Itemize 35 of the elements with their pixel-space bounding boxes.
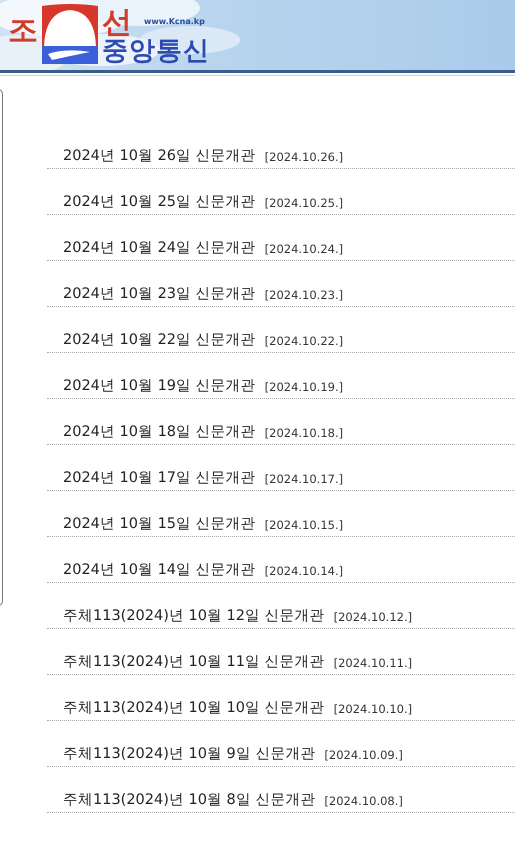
article-date: [2024.10.15.]	[264, 518, 344, 532]
article-link[interactable]: 2024년 10월 26일 신문개관	[63, 146, 256, 165]
article-link[interactable]: 주체113(2024)년 10월 11일 신문개관	[63, 652, 325, 671]
logo-text: 선	[102, 8, 132, 38]
article-link[interactable]: 2024년 10월 14일 신문개관	[63, 560, 256, 579]
article-date: [2024.10.18.]	[264, 426, 344, 440]
article-date: [2024.10.14.]	[264, 564, 344, 578]
article-date: [2024.10.19.]	[264, 380, 344, 394]
article-link[interactable]: 주체113(2024)년 10월 8일 신문개관	[63, 790, 316, 809]
article-link[interactable]: 주체113(2024)년 10월 10일 신문개관	[63, 698, 325, 717]
article-link[interactable]: 주체113(2024)년 10월 12일 신문개관	[63, 606, 325, 625]
website-url: www.Kcna.kp	[144, 16, 205, 26]
logo-text: 조	[8, 16, 38, 46]
article-date: [2024.10.17.]	[264, 472, 344, 486]
article-link[interactable]: 2024년 10월 24일 신문개관	[63, 238, 256, 257]
article-date: [2024.10.26.]	[264, 150, 344, 164]
article-link[interactable]: 주체113(2024)년 10월 9일 신문개관	[63, 744, 316, 763]
article-date: [2024.10.23.]	[264, 288, 344, 302]
logo-text: 중앙통신	[102, 38, 210, 64]
article-link[interactable]: 2024년 10월 17일 신문개관	[63, 468, 256, 487]
sun-sea-logo-icon	[40, 4, 100, 66]
article-date: [2024.10.25.]	[264, 196, 344, 210]
article-link[interactable]: 2024년 10월 22일 신문개관	[63, 330, 256, 349]
article-date: [2024.10.09.]	[324, 748, 403, 762]
article-date: [2024.10.24.]	[264, 242, 344, 256]
article-date: [2024.10.12.]	[334, 610, 412, 624]
article-date: [2024.10.11.]	[334, 656, 412, 670]
article-link[interactable]: 2024년 10월 19일 신문개관	[63, 376, 256, 395]
article-date: [2024.10.08.]	[324, 794, 403, 808]
article-link[interactable]: 2024년 10월 15일 신문개관	[63, 514, 256, 533]
article-link[interactable]: 2024년 10월 18일 신문개관	[63, 422, 256, 441]
article-link[interactable]: 2024년 10월 23일 신문개관	[63, 284, 256, 303]
article-link[interactable]: 2024년 10월 25일 신문개관	[63, 192, 256, 211]
article-date: [2024.10.10.]	[334, 702, 412, 716]
article-date: [2024.10.22.]	[264, 334, 344, 348]
